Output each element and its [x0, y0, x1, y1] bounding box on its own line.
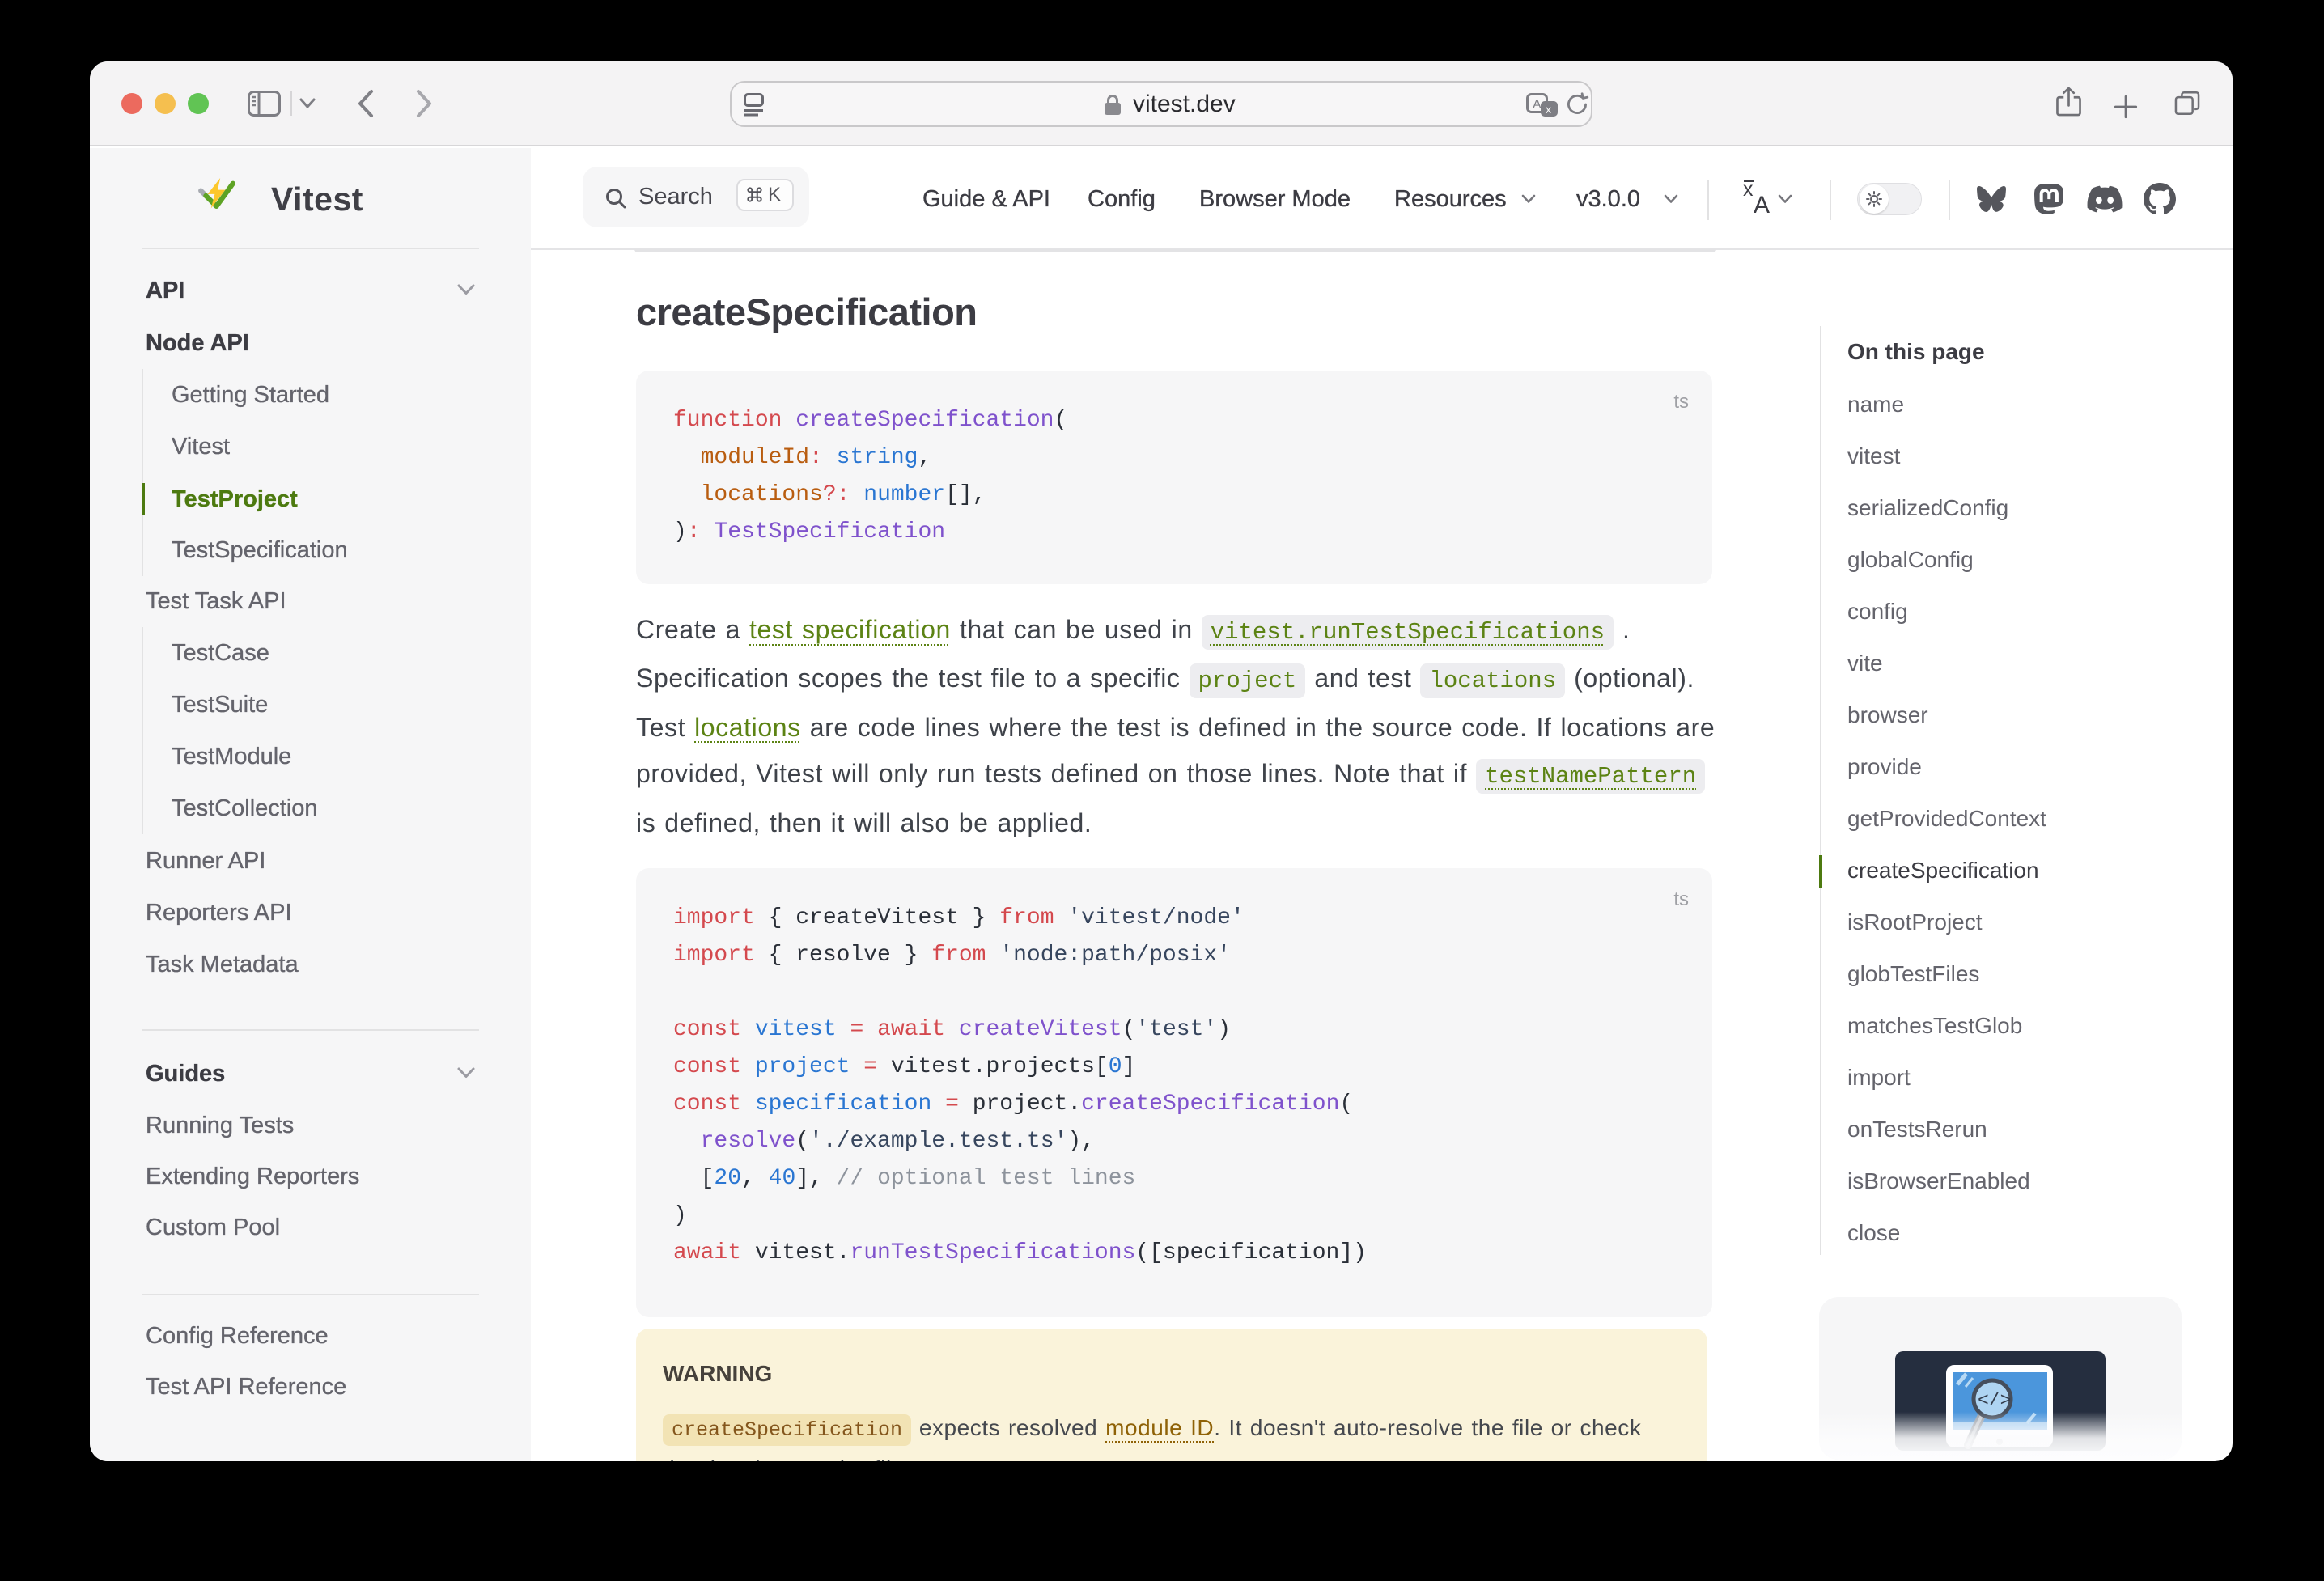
- svg-text:</>: </>: [1978, 1390, 2011, 1411]
- svg-text:x: x: [1743, 179, 1754, 201]
- svg-text:A: A: [1754, 192, 1770, 216]
- svg-text:x: x: [1546, 103, 1551, 116]
- svg-text:A: A: [1533, 98, 1542, 112]
